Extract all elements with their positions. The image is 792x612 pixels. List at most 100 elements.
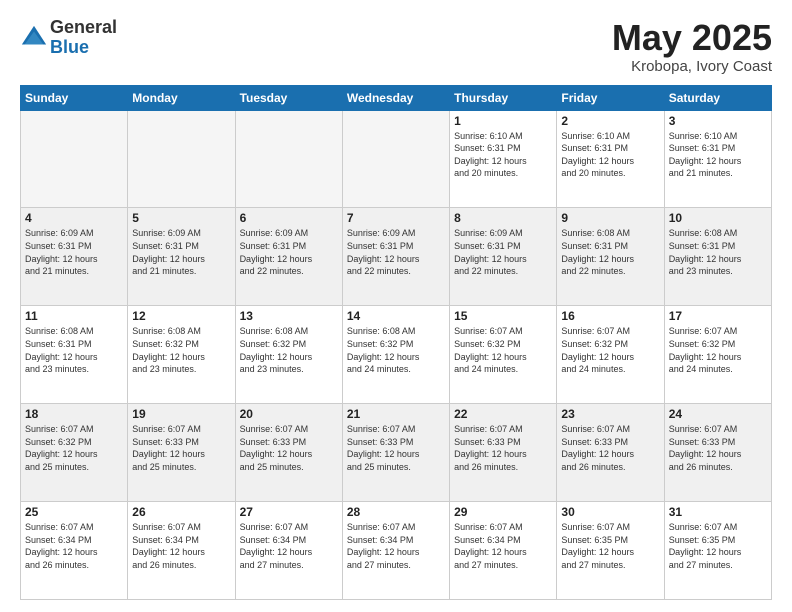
calendar-cell: 18 Sunrise: 6:07 AM Sunset: 6:32 PM Dayli… (21, 404, 128, 502)
calendar-cell: 6 Sunrise: 6:09 AM Sunset: 6:31 PM Daylig… (235, 208, 342, 306)
calendar-cell: 26Sunrise: 6:07 AM Sunset: 6:34 PM Dayli… (128, 502, 235, 600)
calendar-cell (128, 110, 235, 208)
day-number: 30 (561, 505, 659, 519)
calendar-cell (342, 110, 449, 208)
logo-blue: Blue (50, 38, 117, 58)
calendar-cell: 12 Sunrise: 6:08 AM Sunset: 6:32 PM Dayli… (128, 306, 235, 404)
calendar-cell: 25 Sunrise: 6:07 AM Sunset: 6:34 PM Dayli… (21, 502, 128, 600)
cell-info: Sunrise: 6:07 AM Sunset: 6:33 PM Dayligh… (669, 423, 767, 473)
logo-text: General Blue (50, 18, 117, 58)
day-number: 6 (240, 211, 338, 225)
day-number: 28 (347, 505, 445, 519)
day-number: 11 (25, 309, 123, 323)
day-number: 15 (454, 309, 552, 323)
calendar-cell: 28 Sunrise: 6:07 AM Sunset: 6:34 PM Dayli… (342, 502, 449, 600)
cell-info: Sunrise: 6:07 AM Sunset: 6:34 PM Dayligh… (240, 521, 338, 571)
calendar-day-header: Friday (557, 85, 664, 110)
cell-info: Sunrise: 6:09 AM Sunset: 6:31 PM Dayligh… (240, 227, 338, 277)
calendar-week-row: 11 Sunrise: 6:08 AM Sunset: 6:31 PM Dayli… (21, 306, 772, 404)
calendar-cell: 17 Sunrise: 6:07 AM Sunset: 6:32 PM Dayli… (664, 306, 771, 404)
calendar-table: SundayMondayTuesdayWednesdayThursdayFrid… (20, 85, 772, 600)
calendar-cell: 4Sunrise: 6:09 AM Sunset: 6:31 PM Daylig… (21, 208, 128, 306)
calendar-day-header: Tuesday (235, 85, 342, 110)
cell-info: Sunrise: 6:07 AM Sunset: 6:33 PM Dayligh… (347, 423, 445, 473)
calendar-cell: 1Sunrise: 6:10 AM Sunset: 6:31 PM Daylig… (450, 110, 557, 208)
cell-info: Sunrise: 6:08 AM Sunset: 6:32 PM Dayligh… (132, 325, 230, 375)
cell-info: Sunrise: 6:07 AM Sunset: 6:34 PM Dayligh… (25, 521, 123, 571)
day-number: 5 (132, 211, 230, 225)
calendar-cell: 7Sunrise: 6:09 AM Sunset: 6:31 PM Daylig… (342, 208, 449, 306)
calendar-cell: 11 Sunrise: 6:08 AM Sunset: 6:31 PM Dayli… (21, 306, 128, 404)
day-number: 1 (454, 114, 552, 128)
calendar-cell: 27Sunrise: 6:07 AM Sunset: 6:34 PM Dayli… (235, 502, 342, 600)
calendar-day-header: Sunday (21, 85, 128, 110)
calendar-cell: 9Sunrise: 6:08 AM Sunset: 6:31 PM Daylig… (557, 208, 664, 306)
page: General Blue May 2025 Krobopa, Ivory Coa… (0, 0, 792, 612)
calendar-day-header: Monday (128, 85, 235, 110)
cell-info: Sunrise: 6:07 AM Sunset: 6:34 PM Dayligh… (132, 521, 230, 571)
calendar-day-header: Thursday (450, 85, 557, 110)
cell-info: Sunrise: 6:07 AM Sunset: 6:34 PM Dayligh… (454, 521, 552, 571)
day-number: 23 (561, 407, 659, 421)
cell-info: Sunrise: 6:08 AM Sunset: 6:32 PM Dayligh… (347, 325, 445, 375)
cell-info: Sunrise: 6:08 AM Sunset: 6:31 PM Dayligh… (669, 227, 767, 277)
calendar-cell: 30 Sunrise: 6:07 AM Sunset: 6:35 PM Dayli… (557, 502, 664, 600)
cell-info: Sunrise: 6:07 AM Sunset: 6:32 PM Dayligh… (669, 325, 767, 375)
calendar-cell: 24 Sunrise: 6:07 AM Sunset: 6:33 PM Dayli… (664, 404, 771, 502)
day-number: 31 (669, 505, 767, 519)
day-number: 14 (347, 309, 445, 323)
header: General Blue May 2025 Krobopa, Ivory Coa… (20, 18, 772, 75)
cell-info: Sunrise: 6:08 AM Sunset: 6:31 PM Dayligh… (561, 227, 659, 277)
calendar-cell: 13 Sunrise: 6:08 AM Sunset: 6:32 PM Dayli… (235, 306, 342, 404)
day-number: 4 (25, 211, 123, 225)
day-number: 18 (25, 407, 123, 421)
cell-info: Sunrise: 6:07 AM Sunset: 6:35 PM Dayligh… (561, 521, 659, 571)
location: Krobopa, Ivory Coast (612, 58, 772, 75)
calendar-cell: 2Sunrise: 6:10 AM Sunset: 6:31 PM Daylig… (557, 110, 664, 208)
title-area: May 2025 Krobopa, Ivory Coast (612, 18, 772, 75)
month-title: May 2025 (612, 18, 772, 58)
cell-info: Sunrise: 6:10 AM Sunset: 6:31 PM Dayligh… (669, 130, 767, 180)
calendar-cell: 29Sunrise: 6:07 AM Sunset: 6:34 PM Dayli… (450, 502, 557, 600)
calendar-cell: 14 Sunrise: 6:08 AM Sunset: 6:32 PM Dayli… (342, 306, 449, 404)
day-number: 3 (669, 114, 767, 128)
calendar-cell (21, 110, 128, 208)
day-number: 22 (454, 407, 552, 421)
calendar-week-row: 4 Sunrise: 6:09 AM Sunset: 6:31 PM Daylig… (21, 208, 772, 306)
day-number: 8 (454, 211, 552, 225)
cell-info: Sunrise: 6:07 AM Sunset: 6:34 PM Dayligh… (347, 521, 445, 571)
calendar-cell: 5 Sunrise: 6:09 AM Sunset: 6:31 PM Daylig… (128, 208, 235, 306)
cell-info: Sunrise: 6:09 AM Sunset: 6:31 PM Dayligh… (132, 227, 230, 277)
calendar-cell: 22 Sunrise: 6:07 AM Sunset: 6:33 PM Dayli… (450, 404, 557, 502)
calendar-cell: 15 Sunrise: 6:07 AM Sunset: 6:32 PM Dayli… (450, 306, 557, 404)
calendar-week-row: 25 Sunrise: 6:07 AM Sunset: 6:34 PM Dayli… (21, 502, 772, 600)
day-number: 16 (561, 309, 659, 323)
day-number: 17 (669, 309, 767, 323)
cell-info: Sunrise: 6:07 AM Sunset: 6:32 PM Dayligh… (454, 325, 552, 375)
calendar-cell: 20 Sunrise: 6:07 AM Sunset: 6:33 PM Dayli… (235, 404, 342, 502)
calendar-header-row: SundayMondayTuesdayWednesdayThursdayFrid… (21, 85, 772, 110)
day-number: 13 (240, 309, 338, 323)
day-number: 24 (669, 407, 767, 421)
calendar-cell (235, 110, 342, 208)
cell-info: Sunrise: 6:07 AM Sunset: 6:33 PM Dayligh… (561, 423, 659, 473)
day-number: 7 (347, 211, 445, 225)
calendar-cell: 3 Sunrise: 6:10 AM Sunset: 6:31 PM Daylig… (664, 110, 771, 208)
cell-info: Sunrise: 6:07 AM Sunset: 6:32 PM Dayligh… (25, 423, 123, 473)
cell-info: Sunrise: 6:07 AM Sunset: 6:32 PM Dayligh… (561, 325, 659, 375)
cell-info: Sunrise: 6:07 AM Sunset: 6:33 PM Dayligh… (454, 423, 552, 473)
calendar-cell: 10Sunrise: 6:08 AM Sunset: 6:31 PM Dayli… (664, 208, 771, 306)
cell-info: Sunrise: 6:10 AM Sunset: 6:31 PM Dayligh… (561, 130, 659, 180)
day-number: 12 (132, 309, 230, 323)
calendar-day-header: Saturday (664, 85, 771, 110)
cell-info: Sunrise: 6:07 AM Sunset: 6:35 PM Dayligh… (669, 521, 767, 571)
day-number: 25 (25, 505, 123, 519)
calendar-cell: 16 Sunrise: 6:07 AM Sunset: 6:32 PM Dayli… (557, 306, 664, 404)
day-number: 19 (132, 407, 230, 421)
cell-info: Sunrise: 6:07 AM Sunset: 6:33 PM Dayligh… (240, 423, 338, 473)
cell-info: Sunrise: 6:08 AM Sunset: 6:32 PM Dayligh… (240, 325, 338, 375)
day-number: 20 (240, 407, 338, 421)
calendar-cell: 21Sunrise: 6:07 AM Sunset: 6:33 PM Dayli… (342, 404, 449, 502)
cell-info: Sunrise: 6:08 AM Sunset: 6:31 PM Dayligh… (25, 325, 123, 375)
calendar-day-header: Wednesday (342, 85, 449, 110)
